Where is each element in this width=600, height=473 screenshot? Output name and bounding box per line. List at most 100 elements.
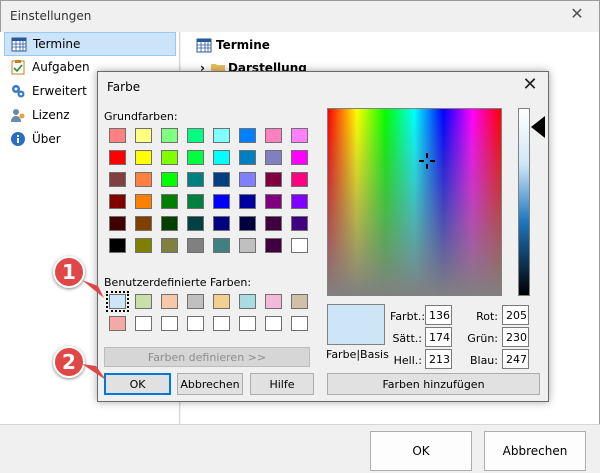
basic-color-swatch[interactable] xyxy=(239,128,256,143)
custom-color-swatch[interactable] xyxy=(161,294,178,309)
basic-color-swatch[interactable] xyxy=(291,128,308,143)
basic-color-swatch[interactable] xyxy=(109,216,126,231)
basic-color-swatch[interactable] xyxy=(291,216,308,231)
basic-color-swatch[interactable] xyxy=(213,150,230,165)
clipboard-icon xyxy=(10,59,26,75)
basic-color-swatch[interactable] xyxy=(161,150,178,165)
cancel-button[interactable]: Abbrechen xyxy=(484,431,586,471)
dialog-title: Farbe xyxy=(107,80,141,94)
basic-color-swatch[interactable] xyxy=(161,128,178,143)
basic-color-swatch[interactable] xyxy=(265,150,282,165)
custom-color-swatch[interactable] xyxy=(265,294,282,309)
custom-color-swatch[interactable] xyxy=(291,294,308,309)
close-icon[interactable]: ✕ xyxy=(568,5,586,23)
hue-input[interactable]: 136 xyxy=(425,305,452,325)
basic-color-swatch[interactable] xyxy=(161,216,178,231)
basic-color-swatch[interactable] xyxy=(239,216,256,231)
basic-color-swatch[interactable] xyxy=(291,172,308,187)
basic-color-swatch[interactable] xyxy=(187,128,204,143)
preview-label: Farbe|Basis xyxy=(326,348,389,361)
custom-color-swatch[interactable] xyxy=(187,294,204,309)
basic-color-swatch[interactable] xyxy=(187,216,204,231)
basic-color-swatch[interactable] xyxy=(161,172,178,187)
dialog-cancel-button[interactable]: Abbrechen xyxy=(177,373,243,395)
basic-color-swatch[interactable] xyxy=(239,194,256,209)
ok-button[interactable]: OK xyxy=(370,431,472,471)
basic-color-swatch[interactable] xyxy=(187,194,204,209)
luminance-slider[interactable] xyxy=(518,108,530,296)
basic-color-swatch[interactable] xyxy=(187,238,204,253)
basic-color-swatch[interactable] xyxy=(213,216,230,231)
dialog-ok-button[interactable]: OK xyxy=(104,373,171,395)
basic-color-swatch[interactable] xyxy=(265,194,282,209)
lum-label: Hell.: xyxy=(393,354,422,367)
help-button[interactable]: Hilfe xyxy=(250,373,314,395)
callout-marker-1: 1 xyxy=(53,256,85,288)
pane-title: Termine xyxy=(196,37,270,53)
basic-color-swatch[interactable] xyxy=(213,238,230,253)
basic-color-swatch[interactable] xyxy=(109,238,126,253)
basic-color-swatch[interactable] xyxy=(213,128,230,143)
add-color-button[interactable]: Farben hinzufügen xyxy=(327,373,540,395)
color-preview xyxy=(327,304,385,345)
blue-input[interactable]: 247 xyxy=(502,349,529,369)
green-input[interactable]: 230 xyxy=(502,327,529,347)
lum-input[interactable]: 213 xyxy=(425,349,452,369)
custom-color-swatch[interactable] xyxy=(213,316,230,331)
close-icon[interactable]: ✕ xyxy=(520,75,540,95)
sat-label: Sätt.: xyxy=(392,332,422,345)
sidebar-item-label: Über xyxy=(32,132,61,146)
basic-color-swatch[interactable] xyxy=(213,194,230,209)
custom-color-swatch[interactable] xyxy=(135,294,152,309)
basic-color-swatch[interactable] xyxy=(161,238,178,253)
basic-color-swatch[interactable] xyxy=(135,194,152,209)
custom-color-swatch[interactable] xyxy=(187,316,204,331)
basic-color-swatch[interactable] xyxy=(135,172,152,187)
crosshair-icon xyxy=(419,153,435,169)
basic-color-swatch[interactable] xyxy=(265,238,282,253)
define-colors-button[interactable]: Farben definieren >> xyxy=(104,347,310,367)
custom-color-swatch[interactable] xyxy=(213,294,230,309)
callout-pointer xyxy=(82,280,104,298)
custom-color-swatch[interactable] xyxy=(239,316,256,331)
custom-colors-label: Benutzerdefinierte Farben: xyxy=(104,276,252,289)
basic-color-swatch[interactable] xyxy=(161,194,178,209)
calendar-icon xyxy=(196,38,212,53)
basic-color-swatch[interactable] xyxy=(135,238,152,253)
sidebar-item-termine[interactable]: Termine xyxy=(4,32,176,56)
basic-color-swatch[interactable] xyxy=(109,150,126,165)
color-spectrum[interactable] xyxy=(327,108,502,296)
basic-color-swatch[interactable] xyxy=(213,172,230,187)
custom-color-swatch[interactable] xyxy=(135,316,152,331)
basic-color-swatch[interactable] xyxy=(265,216,282,231)
basic-color-swatch[interactable] xyxy=(265,172,282,187)
custom-color-swatch[interactable] xyxy=(291,316,308,331)
red-label: Rot: xyxy=(476,310,498,323)
custom-color-swatch[interactable] xyxy=(109,316,126,331)
custom-color-swatch[interactable] xyxy=(106,291,129,312)
basic-color-swatch[interactable] xyxy=(187,150,204,165)
custom-color-swatch[interactable] xyxy=(239,294,256,309)
basic-color-swatch[interactable] xyxy=(291,194,308,209)
basic-color-swatch[interactable] xyxy=(291,238,308,253)
custom-color-swatch[interactable] xyxy=(161,316,178,331)
slider-arrow-icon[interactable] xyxy=(531,116,545,138)
red-input[interactable]: 205 xyxy=(502,305,529,325)
basic-color-swatch[interactable] xyxy=(109,194,126,209)
gears-icon xyxy=(10,83,26,99)
users-icon xyxy=(10,107,26,123)
custom-color-swatch[interactable] xyxy=(265,316,282,331)
basic-color-swatch[interactable] xyxy=(135,150,152,165)
basic-color-swatch[interactable] xyxy=(239,238,256,253)
basic-color-swatch[interactable] xyxy=(187,172,204,187)
basic-color-swatch[interactable] xyxy=(265,128,282,143)
basic-color-swatch[interactable] xyxy=(239,150,256,165)
basic-color-swatch[interactable] xyxy=(109,128,126,143)
basic-color-swatch[interactable] xyxy=(291,150,308,165)
basic-color-swatch[interactable] xyxy=(239,172,256,187)
basic-color-swatch[interactable] xyxy=(109,172,126,187)
window-title: Einstellungen xyxy=(10,9,92,23)
sat-input[interactable]: 174 xyxy=(425,327,452,347)
basic-color-swatch[interactable] xyxy=(135,216,152,231)
basic-color-swatch[interactable] xyxy=(135,128,152,143)
